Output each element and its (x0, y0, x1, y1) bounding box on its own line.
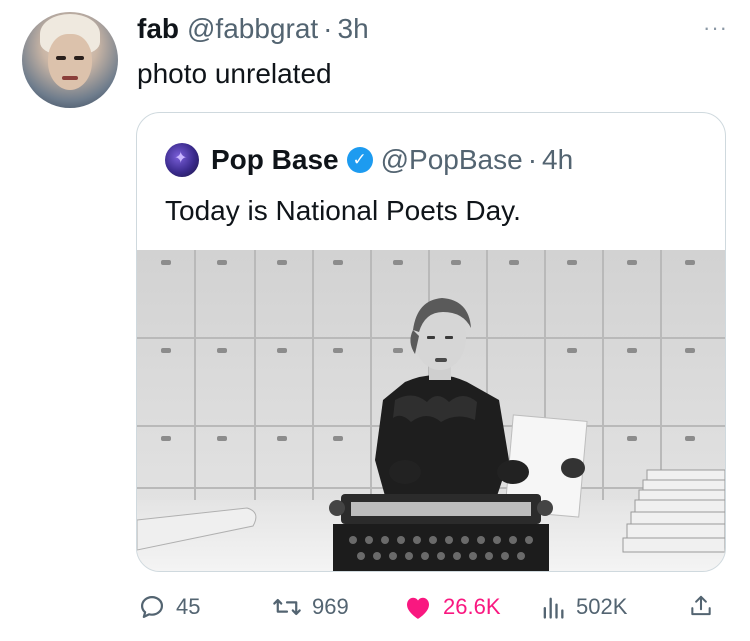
quote-author-avatar[interactable]: ✦ (165, 143, 199, 177)
retweet-icon (273, 598, 301, 616)
quote-photo[interactable] (137, 250, 725, 571)
reply-count: 45 (176, 594, 201, 619)
like-count: 26.6K (443, 594, 501, 619)
quote-author-name[interactable]: Pop Base (211, 143, 339, 177)
quote-text: Today is National Poets Day. (165, 195, 521, 226)
share-icon (691, 595, 711, 616)
avatar-face (48, 34, 92, 90)
tweet-actions: 45 969 26.6K 502K (0, 588, 750, 628)
share-button[interactable] (688, 592, 724, 620)
avatar-mouth (62, 76, 78, 80)
more-horizontal-icon[interactable]: ··· (703, 17, 728, 39)
tweet-text: photo unrelated (137, 58, 332, 89)
avatar-logo-icon: ✦ (174, 150, 188, 167)
reply-icon (140, 595, 164, 619)
retweet-count: 969 (312, 594, 349, 619)
tweet-header: fab @fabbgrat · 3h (137, 12, 369, 46)
quote-time[interactable]: 4h (542, 143, 573, 177)
photo-image (137, 250, 725, 571)
retweet-button[interactable]: 969 (272, 592, 349, 622)
tweet-time[interactable]: 3h (338, 12, 369, 46)
author-handle[interactable]: @fabbgrat (187, 12, 318, 46)
reply-button[interactable]: 45 (138, 592, 200, 622)
quote-author-handle[interactable]: @PopBase (381, 143, 523, 177)
views-button[interactable]: 502K (540, 592, 627, 622)
separator-dot: · (323, 13, 333, 44)
verified-badge-icon: ✓ (346, 147, 373, 173)
author-name[interactable]: fab (137, 12, 179, 46)
like-button[interactable]: 26.6K (403, 592, 501, 622)
avatar-eye-left (56, 56, 66, 60)
analytics-icon (543, 597, 564, 619)
views-count: 502K (576, 594, 628, 619)
author-avatar[interactable] (22, 12, 118, 108)
quote-header: ✦ Pop Base ✓ @PopBase · 4h (165, 143, 573, 177)
avatar-eye-right (74, 56, 84, 60)
heart-icon (407, 597, 429, 619)
quoted-tweet[interactable]: ✦ Pop Base ✓ @PopBase · 4h Today is Nati… (136, 112, 726, 572)
separator-dot: · (527, 144, 538, 175)
